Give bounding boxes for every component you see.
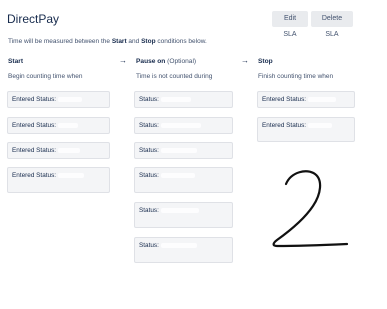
condition-label: Entered Status: [262, 96, 307, 103]
pause-column-subtitle: Time is not counted during [136, 73, 213, 80]
stop-condition[interactable]: Entered Status: [257, 117, 355, 142]
condition-label: Status: [139, 242, 159, 249]
sla-page: DirectPay Edit SLA Delete SLA Time will … [0, 0, 387, 309]
page-title: DirectPay [7, 12, 60, 26]
pause-column-title: Pause on (Optional) [136, 58, 196, 65]
condition-label: Status: [139, 96, 159, 103]
description-prefix: Time will be measured between the [8, 38, 112, 45]
start-column-title: Start [8, 58, 24, 65]
condition-label: Status: [139, 147, 159, 154]
handwritten-two-mark: 2 [272, 170, 349, 248]
redacted-value [160, 242, 197, 248]
redacted-value [58, 96, 83, 102]
description-middle: and [126, 38, 142, 45]
pause-condition[interactable]: Status: [134, 167, 233, 193]
condition-label: Entered Status: [12, 122, 57, 129]
pause-condition[interactable]: Status: [134, 117, 233, 134]
redacted-value [160, 207, 199, 213]
redacted-value [160, 96, 191, 102]
redacted-value [58, 172, 85, 178]
start-condition[interactable]: Entered Status: [7, 167, 110, 193]
pause-title: Pause on [136, 58, 166, 65]
stop-condition[interactable]: Entered Status: [257, 91, 355, 108]
pause-condition[interactable]: Status: [134, 142, 233, 159]
pause-condition[interactable]: Status: [134, 237, 233, 263]
start-condition[interactable]: Entered Status: [7, 142, 110, 159]
stop-column-title: Stop [258, 58, 273, 65]
condition-label: Entered Status: [12, 96, 57, 103]
start-condition[interactable]: Entered Status: [7, 117, 110, 134]
redacted-value [308, 96, 337, 102]
condition-label: Status: [139, 207, 159, 214]
pause-condition[interactable]: Status: [134, 91, 233, 108]
condition-label: Entered Status: [12, 172, 57, 179]
pause-optional-label: (Optional) [167, 58, 197, 65]
redacted-value [58, 147, 81, 153]
description-stop: Stop [141, 38, 156, 45]
arrow-right-icon: → [241, 56, 249, 65]
redacted-value [160, 172, 195, 178]
condition-label: Status: [139, 122, 159, 129]
arrow-right-icon: → [119, 56, 127, 65]
redacted-value [308, 122, 333, 128]
redacted-value [58, 122, 79, 128]
redacted-value [160, 122, 201, 128]
redacted-value [160, 147, 197, 153]
pause-condition[interactable]: Status: [134, 202, 233, 228]
sla-description: Time will be measured between the Start … [8, 38, 207, 45]
stop-column-subtitle: Finish counting time when [258, 73, 334, 80]
condition-label: Status: [139, 172, 159, 179]
start-column-subtitle: Begin counting time when [8, 73, 83, 80]
condition-label: Entered Status: [12, 147, 57, 154]
description-suffix: conditions below. [155, 38, 207, 45]
start-condition[interactable]: Entered Status: [7, 91, 110, 108]
description-start: Start [111, 38, 127, 45]
delete-sla-button[interactable]: Delete SLA [311, 11, 353, 38]
condition-label: Entered Status: [262, 122, 307, 129]
edit-sla-button[interactable]: Edit SLA [272, 11, 308, 38]
